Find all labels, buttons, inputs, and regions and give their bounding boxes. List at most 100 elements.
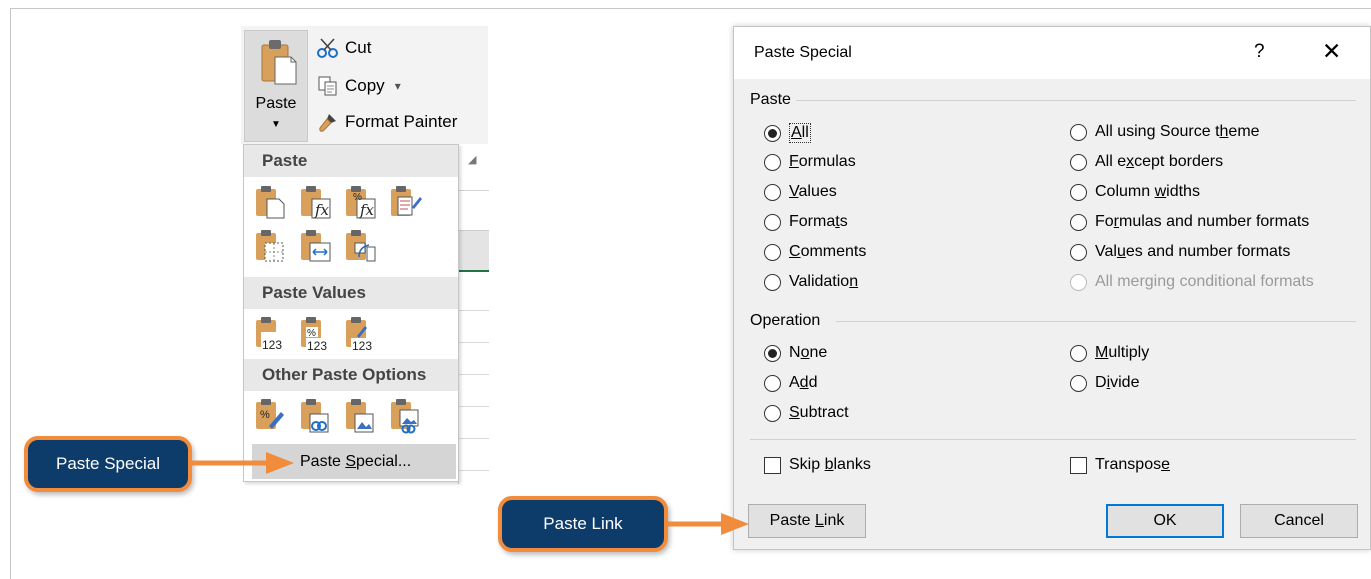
paste-values-icon[interactable]: 123 [254,315,288,353]
radio-option[interactable]: Formats [764,213,848,231]
arrow-right-icon [665,513,749,535]
radio-label: Divide [1095,374,1140,391]
group-divider [796,100,1356,101]
paste-formulas-number-formatting-icon[interactable]: % fx [344,183,378,221]
radio-option[interactable]: Formulas and number formats [1070,213,1309,231]
value-badge: 123 [352,339,372,352]
grid-row [459,406,489,407]
radio-button [1070,273,1087,291]
paste-formatting-icon[interactable]: % [254,397,288,435]
paste-keep-column-widths-icon[interactable] [299,227,333,265]
paste-transpose-icon[interactable] [344,227,378,265]
grid-row [459,374,489,375]
radio-label: Comments [789,243,867,260]
radio-option[interactable]: All except borders [1070,153,1223,171]
transpose-checkbox[interactable]: Transpose [1070,456,1170,474]
radio-option[interactable]: Comments [764,243,866,261]
transpose-label: Transpose [1095,456,1171,473]
svg-text:fx: fx [359,201,375,219]
svg-text:fx: fx [314,201,330,219]
radio-button [764,183,781,201]
radio-button [764,153,781,171]
paste-dropdown-button[interactable]: Paste ▼ [244,30,308,142]
clipboard-icon [261,40,297,85]
radio-option[interactable]: Formulas [764,153,856,171]
checkbox-box [764,456,781,474]
radio-button [764,273,781,291]
cut-button[interactable]: Cut [317,37,371,59]
radio-label: Formats [789,213,848,230]
radio-button [1070,243,1087,261]
radio-label: Formulas [789,153,856,170]
paste-values-number-formatting-icon[interactable]: % 123 [299,315,333,353]
radio-option[interactable]: Subtract [764,404,849,422]
radio-label: None [789,344,828,361]
copy-button[interactable]: Copy ▾ [317,75,401,97]
paste-linked-picture-icon[interactable] [389,397,423,435]
radio-label: Column widths [1095,183,1200,200]
paste-values-source-formatting-icon[interactable]: 123 [344,315,378,353]
formula-bar-area [459,190,489,230]
paste-formulas-icon[interactable]: fx [299,183,333,221]
radio-button [764,243,781,261]
paste-picture-icon[interactable] [344,397,378,435]
grid-row [459,438,489,439]
copy-icon [317,75,339,97]
radio-option[interactable]: Values and number formats [1070,243,1290,261]
paste-group-label: Paste [750,91,791,108]
radio-button [764,344,781,362]
cancel-button[interactable]: Cancel [1240,504,1358,538]
radio-option[interactable]: All using Source theme [1070,123,1260,141]
scissors-icon [317,37,339,59]
copy-label: Copy [345,76,385,95]
paste-keep-source-formatting-icon[interactable] [389,183,423,221]
radio-option[interactable]: Column widths [1070,183,1200,201]
radio-button [764,404,781,422]
paste-link-callout: Paste Link [498,496,668,552]
skip-blanks-checkbox[interactable]: Skip blanks [764,456,871,474]
grid-row [459,310,489,311]
radio-option[interactable]: Validation [764,273,858,291]
close-button[interactable]: ✕ [1322,38,1341,65]
radio-label: All using Source theme [1095,123,1260,140]
copy-dropdown-caret[interactable]: ▾ [395,79,401,93]
radio-button [764,374,781,392]
cut-label: Cut [345,38,372,57]
radio-label: Add [789,374,818,391]
grid-row [459,470,489,471]
radio-option[interactable]: Values [764,183,837,201]
radio-button [1070,183,1087,201]
radio-option[interactable]: All [764,123,811,143]
radio-option[interactable]: Add [764,374,817,392]
paste-special-callout: Paste Special [24,436,192,492]
dialog-title: Paste Special [754,44,852,61]
menu-section-other-paste-options: Other Paste Options [244,359,458,391]
worksheet-grid [458,144,489,484]
radio-button [1070,344,1087,362]
paste-icon[interactable] [254,183,288,221]
paste-special-dialog: Paste Special ? ✕ Paste All Formulas Value… [733,26,1371,550]
options-divider [750,439,1356,440]
radio-button [1070,374,1087,392]
radio-option: All merging conditional formats [1070,273,1314,291]
radio-button [1070,153,1087,171]
radio-label: Multiply [1095,344,1150,361]
paste-link-button[interactable]: Paste Link [748,504,866,538]
radio-label: All merging conditional formats [1095,273,1314,290]
help-button[interactable]: ? [1254,41,1265,63]
dialog-titlebar: Paste Special ? ✕ [734,27,1370,79]
paste-link-icon[interactable] [299,397,333,435]
radio-label: All [789,123,811,143]
format-painter-button[interactable]: Format Painter [317,111,457,133]
radio-button [1070,123,1087,141]
paste-no-borders-icon[interactable] [254,227,288,265]
ok-button[interactable]: OK [1106,504,1224,538]
dialog-launcher-icon[interactable]: ◢ [468,153,476,166]
radio-label: Formulas and number formats [1095,213,1310,230]
radio-option[interactable]: Divide [1070,374,1139,392]
radio-option[interactable]: None [764,344,827,362]
radio-button [1070,213,1087,231]
radio-button [764,124,781,142]
radio-option[interactable]: Multiply [1070,344,1149,362]
svg-text:%: % [260,409,270,421]
